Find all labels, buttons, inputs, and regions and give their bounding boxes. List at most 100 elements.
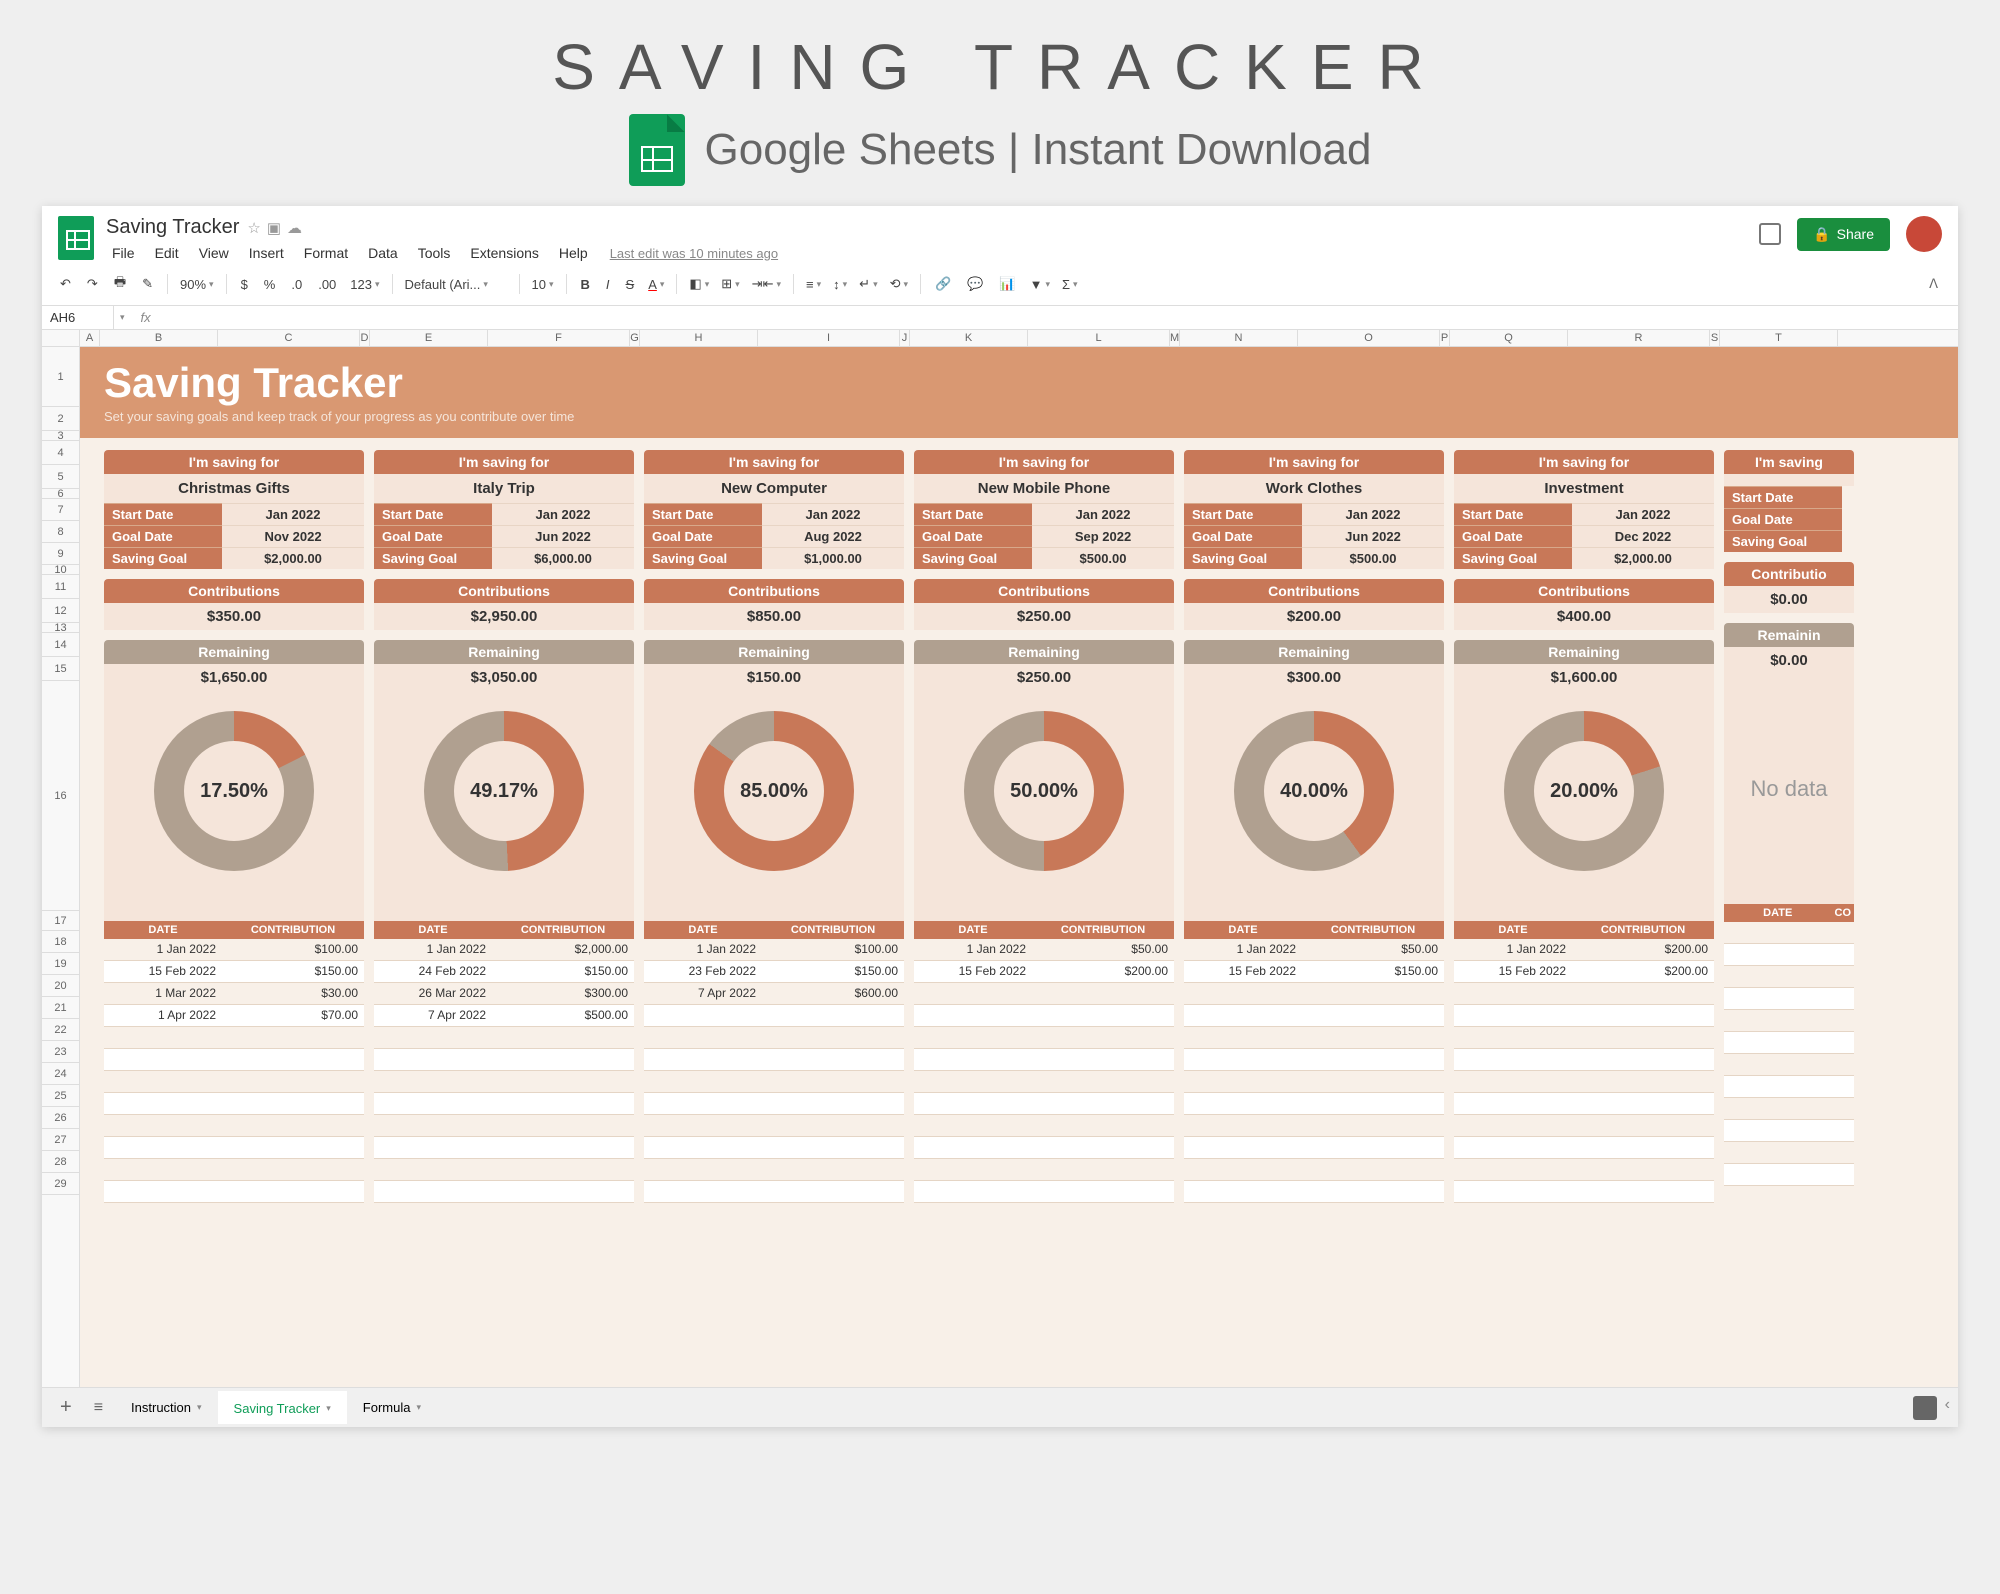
table-row[interactable] [914, 1027, 1174, 1049]
contribution-cell[interactable] [1032, 1027, 1174, 1048]
contribution-cell[interactable]: $2,000.00 [492, 939, 634, 960]
contribution-cell[interactable]: $150.00 [492, 961, 634, 982]
bold-button[interactable]: B [575, 273, 596, 296]
column-header[interactable]: B [100, 330, 218, 346]
menu-view[interactable]: View [193, 243, 235, 263]
account-avatar[interactable] [1906, 216, 1942, 252]
date-cell[interactable]: 24 Feb 2022 [374, 961, 492, 982]
table-row[interactable] [644, 1071, 904, 1093]
date-cell[interactable] [374, 1115, 492, 1136]
contribution-cell[interactable]: $150.00 [1302, 961, 1444, 982]
saving-goal-value[interactable]: $6,000.00 [492, 547, 634, 569]
column-header[interactable]: P [1440, 330, 1450, 346]
column-header[interactable]: N [1180, 330, 1298, 346]
column-header[interactable]: A [80, 330, 100, 346]
row-header[interactable]: 4 [42, 441, 79, 465]
contribution-cell[interactable]: $200.00 [1572, 939, 1714, 960]
date-cell[interactable]: 1 Mar 2022 [104, 983, 222, 1004]
table-row[interactable] [914, 1071, 1174, 1093]
date-cell[interactable] [914, 1115, 1032, 1136]
contribution-cell[interactable] [222, 1049, 364, 1070]
menu-edit[interactable]: Edit [149, 243, 185, 263]
table-row[interactable]: 1 Jan 2022 $100.00 [104, 939, 364, 961]
table-row[interactable] [1184, 1181, 1444, 1203]
contribution-cell[interactable] [1572, 1159, 1714, 1180]
goal-date-value[interactable]: Jun 2022 [1302, 525, 1444, 547]
contribution-cell[interactable] [492, 1159, 634, 1180]
functions-button[interactable]: Σ [1058, 275, 1082, 294]
row-header[interactable]: 9 [42, 543, 79, 565]
date-cell[interactable] [374, 1049, 492, 1070]
contribution-cell[interactable] [492, 1181, 634, 1202]
date-cell[interactable] [104, 1137, 222, 1158]
contribution-cell[interactable] [1572, 983, 1714, 1004]
goal-date-value[interactable]: Nov 2022 [222, 525, 364, 547]
row-header[interactable]: 6 [42, 489, 79, 499]
sheets-app-icon[interactable] [58, 216, 94, 260]
contribution-cell[interactable] [1032, 1049, 1174, 1070]
date-cell[interactable]: 1 Jan 2022 [914, 939, 1032, 960]
date-cell[interactable] [1724, 944, 1842, 965]
contribution-cell[interactable] [222, 1027, 364, 1048]
date-cell[interactable]: 1 Jan 2022 [644, 939, 762, 960]
saving-goal-value[interactable]: $500.00 [1302, 547, 1444, 569]
contribution-cell[interactable] [222, 1115, 364, 1136]
date-cell[interactable] [914, 1049, 1032, 1070]
date-cell[interactable]: 1 Jan 2022 [374, 939, 492, 960]
date-cell[interactable] [1184, 1027, 1302, 1048]
table-row[interactable] [644, 1181, 904, 1203]
date-cell[interactable] [374, 1181, 492, 1202]
date-cell[interactable] [1454, 1159, 1572, 1180]
document-title[interactable]: Saving Tracker [106, 216, 239, 239]
date-cell[interactable] [1454, 1027, 1572, 1048]
contribution-cell[interactable] [1032, 1005, 1174, 1026]
table-row[interactable] [104, 1115, 364, 1137]
table-row[interactable] [104, 1027, 364, 1049]
goal-name[interactable]: Italy Trip [374, 474, 634, 503]
date-cell[interactable] [914, 1137, 1032, 1158]
table-row[interactable] [1184, 1071, 1444, 1093]
row-header[interactable]: 21 [42, 997, 79, 1019]
column-header[interactable]: M [1170, 330, 1180, 346]
menu-data[interactable]: Data [362, 243, 404, 263]
table-row[interactable]: 15 Feb 2022 $150.00 [1184, 961, 1444, 983]
date-cell[interactable] [104, 1027, 222, 1048]
row-header[interactable]: 12 [42, 599, 79, 623]
date-cell[interactable] [1184, 1137, 1302, 1158]
table-row[interactable]: 1 Jan 2022 $100.00 [644, 939, 904, 961]
table-row[interactable]: 24 Feb 2022 $150.00 [374, 961, 634, 983]
contribution-cell[interactable]: $500.00 [492, 1005, 634, 1026]
date-cell[interactable] [104, 1071, 222, 1092]
date-cell[interactable] [1724, 1120, 1842, 1141]
table-row[interactable] [1724, 966, 1854, 988]
insert-chart-button[interactable]: 📊 [993, 272, 1021, 296]
table-row[interactable] [104, 1093, 364, 1115]
table-row[interactable] [1184, 1005, 1444, 1027]
date-cell[interactable]: 1 Apr 2022 [104, 1005, 222, 1026]
row-header[interactable]: 3 [42, 431, 79, 441]
contribution-cell[interactable] [1032, 983, 1174, 1004]
row-header[interactable]: 24 [42, 1063, 79, 1085]
contribution-cell[interactable] [492, 1049, 634, 1070]
table-row[interactable] [1184, 1049, 1444, 1071]
table-row[interactable] [644, 1027, 904, 1049]
table-row[interactable]: 1 Jan 2022 $200.00 [1454, 939, 1714, 961]
move-icon[interactable]: ▣ [267, 219, 281, 237]
date-cell[interactable] [1184, 1115, 1302, 1136]
table-row[interactable] [1454, 1005, 1714, 1027]
saving-goal-value[interactable]: $500.00 [1032, 547, 1174, 569]
table-row[interactable] [104, 1181, 364, 1203]
explore-button[interactable] [1913, 1396, 1937, 1420]
column-header[interactable]: F [488, 330, 630, 346]
table-row[interactable] [1724, 1098, 1854, 1120]
date-cell[interactable] [1724, 1098, 1842, 1119]
date-cell[interactable] [1724, 922, 1842, 943]
contribution-cell[interactable] [1572, 1115, 1714, 1136]
contribution-cell[interactable] [1302, 1027, 1444, 1048]
row-header[interactable]: 29 [42, 1173, 79, 1195]
contribution-cell[interactable] [762, 1027, 904, 1048]
column-header[interactable]: G [630, 330, 640, 346]
name-box[interactable]: AH6 [42, 306, 114, 329]
saving-goal-value[interactable]: $1,000.00 [762, 547, 904, 569]
row-header[interactable]: 18 [42, 931, 79, 953]
